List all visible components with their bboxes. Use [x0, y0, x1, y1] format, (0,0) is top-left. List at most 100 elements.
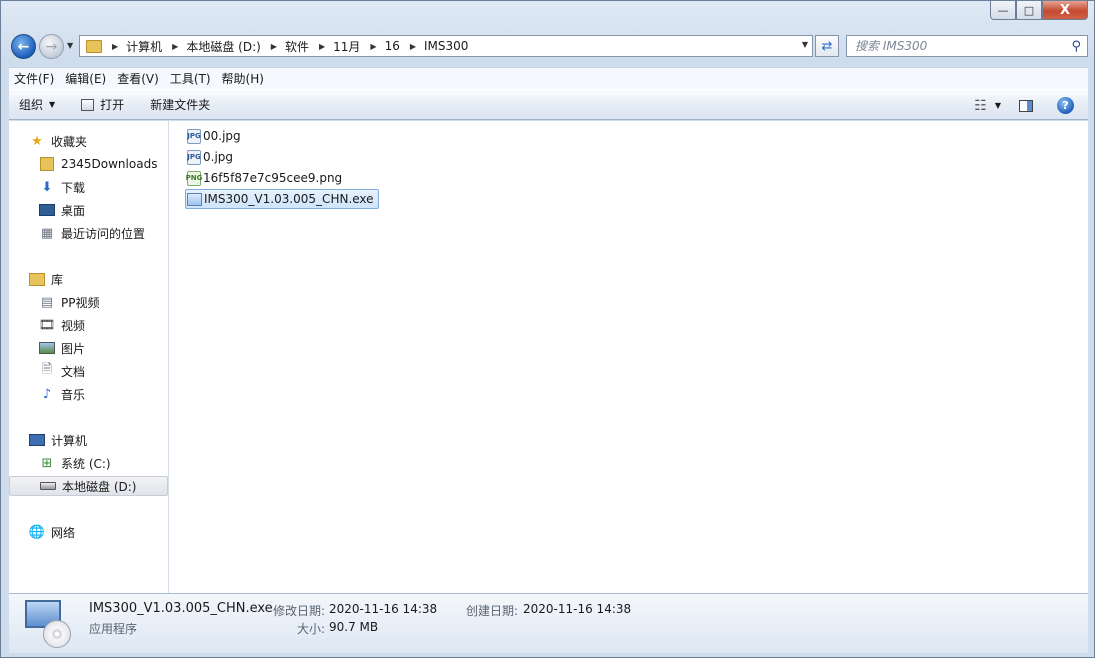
nav-label: 网络	[51, 525, 76, 540]
details-filetype: 应用程序	[89, 622, 138, 636]
forward-button[interactable]: →	[39, 34, 64, 59]
menu-bar: 文件(F) 编辑(E) 查看(V) 工具(T) 帮助(H)	[9, 67, 1088, 89]
details-pane: IMS300_V1.03.005_CHN.exe 应用程序 修改日期: 2020…	[9, 593, 1088, 653]
nav-computer[interactable]: 计算机	[9, 430, 188, 450]
details-created-label: 创建日期:	[466, 604, 519, 618]
folder-icon	[86, 39, 102, 53]
library-icon	[29, 272, 45, 286]
file-name: 00.jpg	[203, 129, 241, 143]
details-modified-label: 修改日期:	[273, 604, 326, 618]
folder-icon	[39, 157, 55, 171]
help-icon[interactable]: ?	[1057, 97, 1074, 114]
view-dropdown-icon[interactable]: ▼	[995, 101, 1001, 110]
organize-label: 组织	[19, 98, 44, 112]
computer-icon	[29, 433, 45, 447]
new-folder-button[interactable]: 新建文件夹	[140, 93, 220, 117]
file-name: IMS300_V1.03.005_CHN.exe	[204, 192, 374, 206]
maximize-button[interactable]: □	[1016, 1, 1042, 20]
details-modified-value: 2020-11-16 14:38	[329, 602, 438, 616]
nav-label: 最近访问的位置	[61, 226, 146, 241]
recent-places-icon: ▦	[40, 225, 54, 241]
details-size-value: 90.7 MB	[329, 620, 379, 634]
open-label: 打开	[100, 98, 125, 112]
menu-edit[interactable]: 编辑(E)	[60, 70, 111, 87]
nav-item-drive-d[interactable]: 本地磁盘 (D:)	[9, 476, 168, 496]
breadcrumb-item-computer[interactable]: 计算机	[126, 38, 162, 55]
search-box[interactable]: ⚲	[846, 35, 1088, 57]
breadcrumb-separator-icon[interactable]: ▶	[319, 42, 325, 51]
application-icon	[25, 600, 71, 648]
details-created-value: 2020-11-16 14:38	[523, 602, 632, 616]
close-button[interactable]: X	[1042, 1, 1088, 20]
desktop-icon	[39, 203, 55, 217]
arrow-right-icon: →	[45, 38, 58, 55]
arrow-left-icon: ←	[17, 38, 30, 55]
preview-pane-icon[interactable]	[1019, 99, 1033, 112]
breadcrumb-separator-icon[interactable]: ▶	[271, 42, 277, 51]
system-drive-icon: ⊞	[41, 455, 53, 471]
file-item[interactable]: PNG 16f5f87e7c95cee9.png	[185, 168, 346, 188]
breadcrumb-item-drive-d[interactable]: 本地磁盘 (D:)	[186, 38, 260, 55]
nav-label: 视频	[61, 318, 86, 333]
file-item-selected[interactable]: IMS300_V1.03.005_CHN.exe	[185, 189, 379, 209]
search-icon[interactable]: ⚲	[1071, 39, 1081, 54]
refresh-button[interactable]: ⇄	[815, 35, 839, 57]
organize-button[interactable]: 组织 ▼	[9, 93, 65, 117]
breadcrumb-separator-icon[interactable]: ▶	[112, 42, 118, 51]
nav-network[interactable]: 🌐 网络	[9, 522, 188, 542]
nav-label: 2345Downloads	[61, 157, 158, 171]
menu-file[interactable]: 文件(F)	[9, 70, 59, 87]
breadcrumb-item-software[interactable]: 软件	[285, 38, 309, 55]
details-size-label: 大小:	[297, 622, 326, 636]
hard-drive-icon	[40, 479, 56, 493]
caption-buttons: — □ X	[990, 1, 1088, 20]
nav-libraries[interactable]: 库	[9, 269, 188, 289]
address-dropdown-icon[interactable]: ▼	[802, 40, 808, 49]
picture-icon	[39, 341, 55, 355]
view-options-icon[interactable]: ☷	[974, 98, 987, 114]
breadcrumb-item-november[interactable]: 11月	[333, 38, 360, 55]
breadcrumb-separator-icon[interactable]: ▶	[172, 42, 178, 51]
breadcrumb-item-ims300[interactable]: IMS300	[424, 39, 468, 53]
refresh-icon: ⇄	[821, 38, 833, 54]
breadcrumb-separator-icon[interactable]: ▶	[370, 42, 376, 51]
breadcrumb-item-16[interactable]: 16	[385, 39, 400, 53]
breadcrumb-separator-icon[interactable]: ▶	[410, 42, 416, 51]
address-bar[interactable]: ▶ 计算机 ▶ 本地磁盘 (D:) ▶ 软件 ▶ 11月 ▶ 16 ▶ IMS3…	[79, 35, 813, 57]
details-filename: IMS300_V1.03.005_CHN.exe	[89, 601, 273, 616]
star-icon: ★	[31, 133, 43, 149]
exe-file-icon	[187, 192, 202, 206]
nav-label: 桌面	[61, 203, 86, 218]
file-list: JPG 00.jpg JPG 0.jpg PNG 16f5f87e7c95cee…	[169, 121, 1088, 593]
toolbar-right: ☷ ▼ ?	[974, 90, 1088, 121]
explorer-window: — □ X ← → ▼ ▶ 计算机 ▶ 本地磁盘 (D:) ▶ 软件 ▶ 11月…	[0, 0, 1095, 658]
menu-help[interactable]: 帮助(H)	[217, 70, 269, 87]
file-name: 0.jpg	[203, 150, 234, 164]
breadcrumb: ▶ 计算机 ▶ 本地磁盘 (D:) ▶ 软件 ▶ 11月 ▶ 16 ▶ IMS3…	[108, 38, 474, 55]
menu-view[interactable]: 查看(V)	[112, 70, 164, 87]
file-item[interactable]: JPG 00.jpg	[185, 126, 245, 146]
nav-label: 本地磁盘 (D:)	[62, 479, 137, 494]
nav-label: PP视频	[61, 295, 100, 310]
menu-tools[interactable]: 工具(T)	[165, 70, 216, 87]
nav-label: 库	[51, 272, 64, 287]
nav-label: 计算机	[51, 433, 88, 448]
file-item[interactable]: JPG 0.jpg	[185, 147, 237, 167]
chevron-down-icon: ▼	[49, 100, 56, 109]
search-input[interactable]	[855, 39, 1055, 53]
nav-label: 收藏夹	[51, 134, 88, 149]
history-dropdown-icon[interactable]: ▼	[67, 41, 73, 50]
network-icon: 🌐	[28, 524, 46, 540]
navigation-pane: ★ 收藏夹 2345Downloads ⬇ 下载 桌面 ▦ 最近访问的位置 库 …	[9, 121, 169, 593]
nav-favorites[interactable]: ★ 收藏夹	[9, 131, 188, 151]
film-icon: 🎞	[38, 317, 56, 333]
back-button[interactable]: ←	[11, 34, 36, 59]
nav-label: 系统 (C:)	[61, 456, 111, 471]
document-icon: 🗎	[41, 362, 53, 377]
jpg-file-icon: JPG	[187, 149, 201, 165]
jpg-file-icon: JPG	[187, 128, 201, 144]
file-name: 16f5f87e7c95cee9.png	[203, 171, 343, 185]
open-button[interactable]: 打开	[71, 93, 134, 117]
minimize-button[interactable]: —	[990, 1, 1016, 20]
command-bar: 组织 ▼ 打开 新建文件夹 ☷ ▼ ?	[9, 89, 1088, 120]
